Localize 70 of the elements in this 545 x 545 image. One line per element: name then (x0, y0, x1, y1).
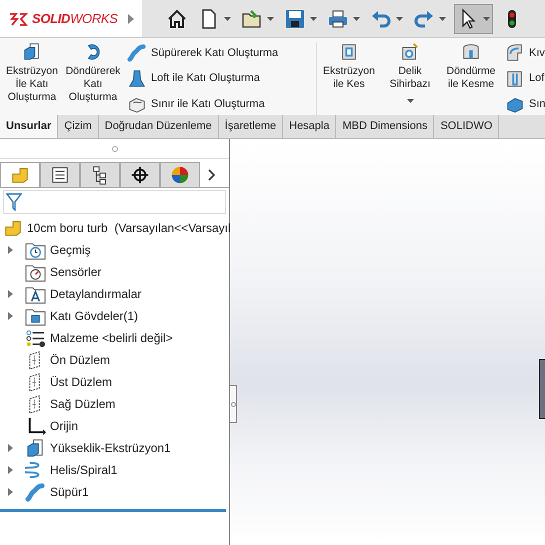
ribbon-button[interactable]: Sınır ile Katı Oluşturma (127, 93, 278, 116)
panel-tab[interactable] (120, 162, 160, 187)
caret-icon[interactable] (310, 16, 317, 20)
tree-item[interactable]: Sensörler (50, 263, 102, 281)
tree-item[interactable]: Helis/Spiral1 (50, 461, 118, 479)
printer-icon[interactable] (327, 8, 349, 30)
tree-item[interactable]: Katı Gövdeler(1) (50, 307, 138, 325)
tree-item[interactable]: Süpür1 (50, 483, 89, 501)
ribbon-button[interactable]: Lof (505, 68, 545, 90)
part-icon (3, 218, 23, 238)
panel-tab[interactable] (40, 162, 80, 187)
crosshair-icon (130, 165, 150, 185)
ribbon-button[interactable]: Ekstrüzyon İle Katı Oluşturma (3, 42, 61, 115)
logo-icon (8, 10, 28, 26)
expand-arrow-icon[interactable] (8, 312, 13, 320)
cut-box-icon (339, 42, 359, 62)
caret-icon[interactable] (396, 16, 403, 20)
sweep-cut-icon (505, 42, 525, 63)
ribbon-button[interactable]: Kıv (505, 42, 545, 64)
loft-icon (127, 68, 147, 88)
tree-item[interactable]: Yükseklik-Ekstrüzyon1 (50, 439, 171, 457)
splitter-handle-icon[interactable] (112, 146, 118, 152)
caret-icon[interactable] (439, 16, 446, 20)
filter-icon[interactable] (6, 193, 22, 211)
ribbon-button[interactable]: Ekstrüzyon ile Kes (320, 42, 378, 115)
tree-root-label[interactable]: 10cm boru turb (Varsayılan<<Varsayıl (27, 219, 231, 237)
tree-item[interactable]: Detaylandırmalar (50, 285, 142, 303)
expand-arrow-icon[interactable] (8, 488, 13, 496)
toolbar-button[interactable] (454, 4, 493, 34)
model-edge (539, 359, 545, 419)
material-icon (25, 328, 46, 348)
ribbon-tab[interactable]: Unsurlar (0, 115, 58, 138)
sweep-icon (25, 482, 46, 502)
ribbon-button[interactable]: Süpürerek Katı Oluşturma (127, 42, 278, 64)
filter-field[interactable] (3, 190, 226, 214)
tree-item[interactable]: Orijin (50, 417, 78, 435)
tree-item[interactable]: Üst Düzlem (50, 373, 112, 391)
list-icon (50, 165, 70, 185)
expand-arrow-icon[interactable] (8, 466, 13, 474)
ribbon-button[interactable]: Döndürme ile Kesme (442, 42, 500, 115)
loft-cut-icon (505, 68, 525, 88)
tree-item[interactable]: Sağ Düzlem (50, 395, 116, 413)
save-icon[interactable] (284, 8, 306, 30)
splitter-handle[interactable] (230, 385, 237, 423)
ribbon-button[interactable]: Sın (505, 93, 545, 116)
expand-arrow-icon[interactable] (8, 246, 13, 254)
ribbon-button[interactable]: Loft ile Katı Oluşturma (127, 68, 278, 90)
caret-icon[interactable] (224, 16, 231, 20)
tree-item[interactable]: Malzeme <belirli değil> (50, 329, 173, 347)
chevron-right-icon[interactable] (208, 168, 216, 180)
folder-icon[interactable] (241, 8, 263, 30)
panel-tab[interactable] (80, 162, 120, 187)
color-wheel-icon (170, 165, 190, 185)
logo-text: SOLIDWORKS (32, 10, 118, 28)
caret-icon[interactable] (267, 16, 274, 20)
caret-icon[interactable] (483, 16, 490, 20)
tree-item[interactable]: Ön Düzlem (50, 351, 110, 369)
ribbon-button[interactable]: Delik Sihirbazı (381, 42, 439, 115)
caret-icon[interactable] (353, 16, 360, 20)
caret-icon[interactable] (406, 99, 414, 103)
home-icon[interactable] (166, 8, 188, 30)
expand-arrow-icon[interactable] (8, 444, 13, 452)
sweep-icon (127, 42, 147, 63)
ribbon-button[interactable]: Döndürerek Katı Oluşturma (64, 42, 122, 115)
part-icon (10, 165, 30, 185)
expand-arrow-icon[interactable] (8, 290, 13, 298)
tree-item[interactable]: Geçmiş (50, 241, 91, 259)
revolve-cut-icon (461, 42, 481, 62)
box-icon (22, 42, 42, 62)
hole-wizard-icon (400, 42, 420, 62)
